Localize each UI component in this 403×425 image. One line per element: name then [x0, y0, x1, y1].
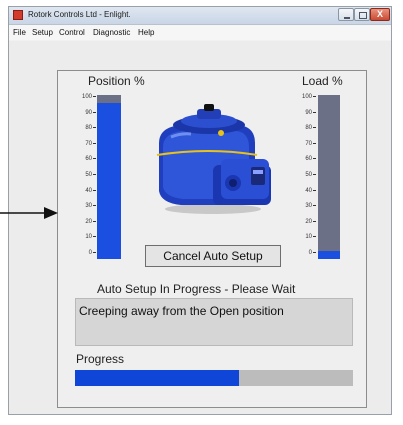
callout-arrow-icon: [0, 207, 58, 219]
position-tick-80: 80: [85, 125, 96, 131]
actuator-image: [156, 104, 271, 214]
load-tick-30: 30: [305, 203, 316, 209]
minimize-button[interactable]: [338, 8, 354, 21]
load-tick-20: 20: [305, 219, 316, 225]
close-icon: X: [377, 9, 384, 19]
load-tick-50: 50: [305, 172, 316, 178]
status-heading: Auto Setup In Progress - Please Wait: [97, 282, 296, 296]
load-tick-90: 90: [305, 110, 316, 116]
progress-bar: [75, 370, 353, 386]
load-tick-40: 40: [305, 188, 316, 194]
position-gauge-label: Position %: [88, 74, 145, 88]
menu-diagnostic[interactable]: Diagnostic: [93, 28, 130, 37]
maximize-button[interactable]: [354, 8, 370, 21]
close-button[interactable]: X: [370, 8, 390, 21]
position-tick-10: 10: [85, 234, 96, 240]
position-scale: 100 90 80 70 60 50 40 30 20 10 0: [70, 94, 96, 258]
load-bar: [318, 95, 340, 259]
position-bar: [97, 95, 121, 259]
progress-bar-fill: [75, 370, 240, 386]
load-gauge-label: Load %: [302, 74, 343, 88]
title-bar[interactable]: Rotork Controls Ltd - Enlight. X: [9, 7, 391, 25]
cancel-auto-setup-button[interactable]: Cancel Auto Setup: [145, 245, 281, 267]
position-tick-20: 20: [85, 219, 96, 225]
position-tick-30: 30: [85, 203, 96, 209]
menu-file[interactable]: File: [13, 28, 26, 37]
position-tick-70: 70: [85, 141, 96, 147]
position-tick-90: 90: [85, 110, 96, 116]
progress-label: Progress: [76, 352, 125, 366]
load-bar-fill: [318, 250, 340, 259]
load-scale: 100 90 80 70 60 50 40 30 20 10 0: [290, 94, 316, 258]
load-tick-80: 80: [305, 125, 316, 131]
load-tick-10: 10: [305, 234, 316, 240]
app-icon: [13, 10, 23, 20]
load-tick-60: 60: [305, 156, 316, 162]
menu-setup[interactable]: Setup: [32, 28, 53, 37]
position-tick-60: 60: [85, 156, 96, 162]
position-bar-fill: [97, 103, 121, 259]
position-tick-0: 0: [89, 250, 96, 256]
status-message: Creeping away from the Open position: [79, 304, 284, 318]
load-tick-100: 100: [302, 94, 316, 100]
menu-help[interactable]: Help: [138, 28, 154, 37]
load-tick-70: 70: [305, 141, 316, 147]
status-message-box: Creeping away from the Open position: [75, 298, 353, 346]
menu-bar: File Setup Control Diagnostic Help: [9, 25, 391, 40]
load-tick-0: 0: [309, 250, 316, 256]
menu-control[interactable]: Control: [59, 28, 85, 37]
window-title: Rotork Controls Ltd - Enlight.: [28, 10, 131, 19]
position-tick-100: 100: [82, 94, 96, 100]
position-tick-50: 50: [85, 172, 96, 178]
position-tick-40: 40: [85, 188, 96, 194]
